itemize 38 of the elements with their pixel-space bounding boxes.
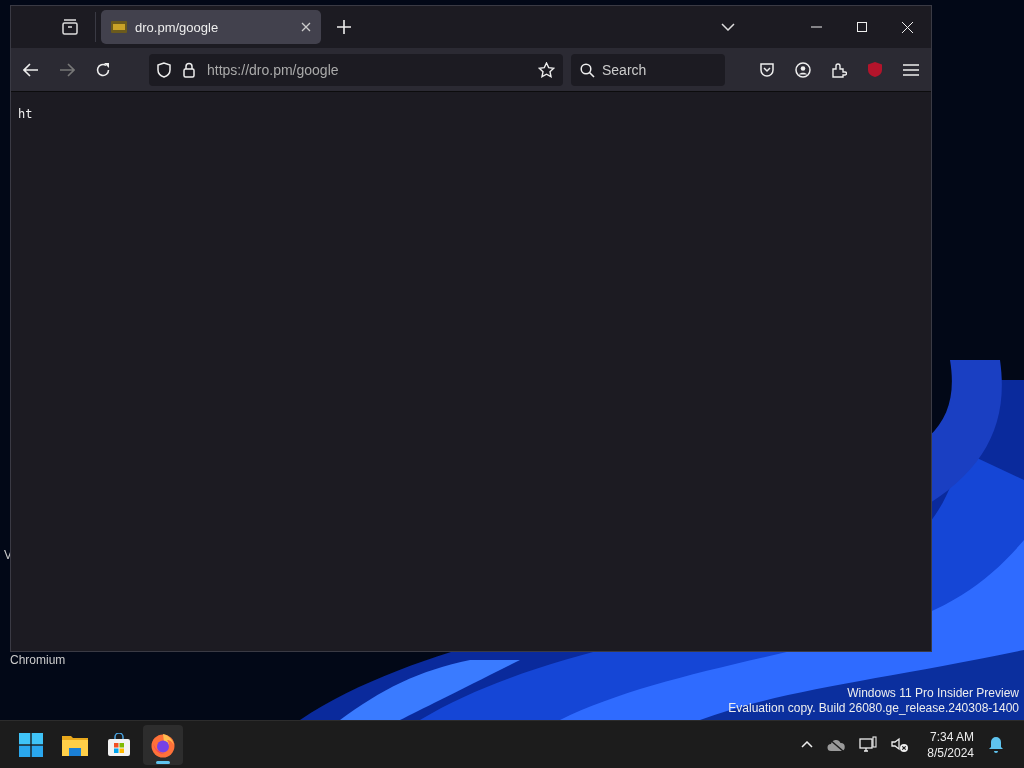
folder-icon xyxy=(62,733,88,756)
close-icon[interactable] xyxy=(301,22,311,32)
desktop-icon-label[interactable]: Chromium xyxy=(10,653,66,667)
favicon-icon xyxy=(111,21,127,33)
store-bag-icon xyxy=(107,732,131,757)
clock-time: 7:34 AM xyxy=(929,728,974,745)
speaker-muted-icon[interactable] xyxy=(891,736,910,753)
pocket-icon[interactable] xyxy=(759,61,775,78)
taskbar-app[interactable] xyxy=(143,724,183,765)
shield-icon[interactable] xyxy=(157,61,171,78)
clock-date: 8/5/2024 xyxy=(927,744,974,761)
browser-tab[interactable]: dro.pm/google xyxy=(101,10,321,44)
lock-icon[interactable] xyxy=(183,61,195,78)
windows-logo-icon xyxy=(19,732,43,757)
chevron-up-icon[interactable] xyxy=(801,741,814,748)
watermark-text: Evaluation copy. Build 26080.ge_release.240308-1400 xyxy=(728,701,1019,716)
url-text: https://dro.pm/google xyxy=(207,61,339,78)
account-icon[interactable] xyxy=(795,61,811,78)
tab-title: dro.pm/google xyxy=(135,19,220,35)
maximize-icon[interactable] xyxy=(857,22,867,32)
clock[interactable]: 7:34 AM 8/5/2024 xyxy=(927,728,974,761)
search-field[interactable]: Search xyxy=(571,53,725,86)
reload-icon[interactable] xyxy=(95,61,111,78)
chevron-down-icon[interactable] xyxy=(721,23,735,31)
address-bar[interactable]: https://dro.pm/google xyxy=(149,53,563,86)
star-icon[interactable] xyxy=(538,61,555,78)
extensions-icon[interactable] xyxy=(831,61,847,78)
network-monitor-icon[interactable] xyxy=(859,736,878,753)
bell-icon[interactable] xyxy=(988,736,1004,753)
cloud-off-icon[interactable] xyxy=(827,737,846,752)
watermark-text: Windows 11 Pro Insider Preview xyxy=(847,686,1019,701)
new-tab-icon[interactable] xyxy=(337,20,351,34)
menu-icon[interactable] xyxy=(903,63,919,76)
search-icon xyxy=(580,62,595,78)
fox-globe-icon xyxy=(150,731,176,758)
page-text: ht xyxy=(18,107,33,121)
tab-list-icon[interactable] xyxy=(61,18,79,36)
back-icon[interactable] xyxy=(23,62,39,77)
